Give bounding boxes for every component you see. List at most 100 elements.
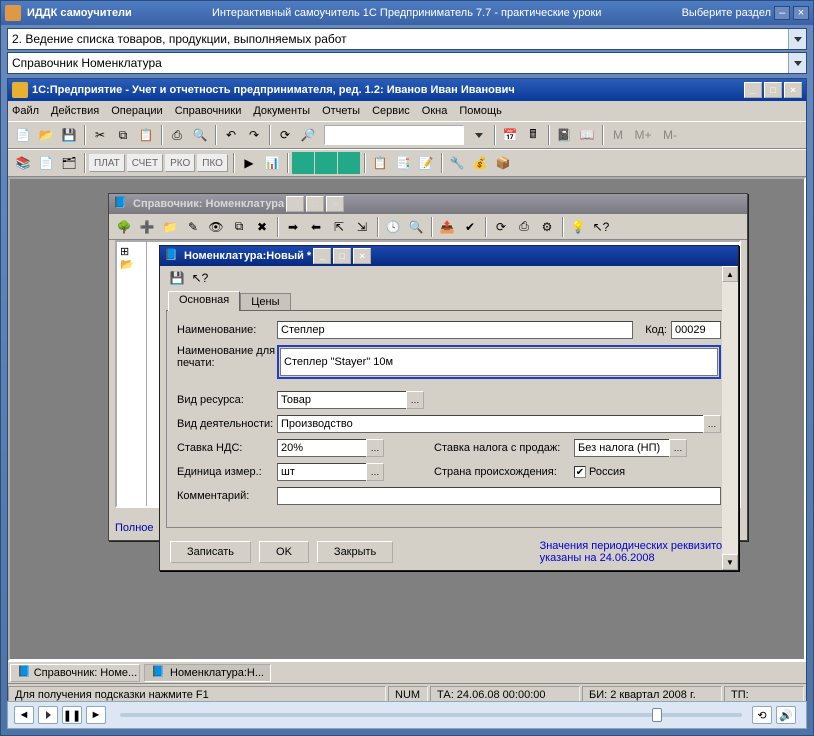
shell-minimize-button[interactable]: – xyxy=(774,6,790,20)
unit-input[interactable] xyxy=(277,463,367,481)
taskbar-item-dictionary[interactable]: 📘 Справочник: Номе... xyxy=(10,664,140,682)
memory-mplus-button[interactable]: M+ xyxy=(630,124,656,146)
lookup-button[interactable]: … xyxy=(406,391,424,409)
lookup-button[interactable]: … xyxy=(703,415,721,433)
dict-minimize-button[interactable]: _ xyxy=(286,196,304,212)
memory-m-button[interactable]: M xyxy=(607,124,629,146)
find-icon[interactable]: 🔎 xyxy=(297,124,319,146)
menu-operations[interactable]: Операции xyxy=(111,105,162,117)
player-loop-button[interactable]: ⟲ xyxy=(752,706,772,724)
find-icon[interactable]: 🔍 xyxy=(405,216,427,238)
doc-icon[interactable]: 📄 xyxy=(35,152,57,174)
menu-service[interactable]: Сервис xyxy=(372,105,410,117)
nom-maximize-button[interactable]: □ xyxy=(333,248,351,264)
help-pointer-icon[interactable]: ↖? xyxy=(590,216,612,238)
player-next-button[interactable]: ► xyxy=(86,706,106,724)
move-out-icon[interactable]: ⬅ xyxy=(305,216,327,238)
level-up-icon[interactable]: ⇲ xyxy=(351,216,373,238)
code-input[interactable] xyxy=(671,321,721,339)
redo-icon[interactable]: ↷ xyxy=(243,124,265,146)
tree-pane[interactable]: ⊞ 📂 xyxy=(117,242,147,506)
tips-icon[interactable]: 💡 xyxy=(567,216,589,238)
scroll-up-icon[interactable]: ▲ xyxy=(722,266,738,282)
copy-row-icon[interactable]: ⧉ xyxy=(228,216,250,238)
tree-icon[interactable]: 🌳 xyxy=(113,216,135,238)
lookup-button[interactable]: … xyxy=(366,463,384,481)
lesson-chapter-dropdown[interactable]: 2. Ведение списка товаров, продукции, вы… xyxy=(7,28,807,50)
tool-icon[interactable]: 📦 xyxy=(492,152,514,174)
move-in-icon[interactable]: ➡ xyxy=(282,216,304,238)
player-pause-button[interactable]: ❚❚ xyxy=(62,706,82,724)
green-tool-icon[interactable] xyxy=(315,152,337,174)
menu-reports[interactable]: Отчеты xyxy=(322,105,360,117)
undo-icon[interactable]: ↶ xyxy=(220,124,242,146)
help-pointer-icon[interactable]: ↖? xyxy=(189,267,211,289)
save-form-icon[interactable]: 💾 xyxy=(166,267,188,289)
ok-button[interactable]: OK xyxy=(259,541,309,563)
comment-input[interactable] xyxy=(277,487,721,505)
menu-references[interactable]: Справочники xyxy=(175,105,242,117)
new-icon[interactable]: 📄 xyxy=(12,124,34,146)
pko-button[interactable]: ПКО xyxy=(197,154,228,172)
refresh-icon[interactable]: ⟳ xyxy=(274,124,296,146)
write-button[interactable]: Записать xyxy=(170,541,251,563)
onec-maximize-button[interactable]: □ xyxy=(764,82,782,98)
russia-checkbox[interactable]: ✔ xyxy=(574,466,586,478)
dict-maximize-button[interactable]: □ xyxy=(306,196,324,212)
help-book-icon[interactable]: 📖 xyxy=(576,124,598,146)
copy-icon[interactable]: ⧉ xyxy=(112,124,134,146)
mark-delete-icon[interactable]: ✖ xyxy=(251,216,273,238)
calendar-icon[interactable]: 📅 xyxy=(499,124,521,146)
paste-icon[interactable]: 📋 xyxy=(135,124,157,146)
journal-icon[interactable]: 📓 xyxy=(553,124,575,146)
activity-type-input[interactable] xyxy=(277,415,704,433)
player-prev-button[interactable]: ◄ xyxy=(14,706,34,724)
edit-icon[interactable]: ✎ xyxy=(182,216,204,238)
nom-close-button[interactable]: × xyxy=(353,248,371,264)
lesson-topic-dropdown[interactable]: Справочник Номенклатура xyxy=(7,52,807,74)
menu-file[interactable]: Файл xyxy=(12,105,39,117)
transfer-icon[interactable]: 📤 xyxy=(436,216,458,238)
player-play-button[interactable] xyxy=(38,706,58,724)
new-row-icon[interactable]: ➕ xyxy=(136,216,158,238)
green-tool-icon[interactable] xyxy=(338,152,360,174)
open-icon[interactable]: 📂 xyxy=(35,124,57,146)
nom-minimize-button[interactable]: _ xyxy=(313,248,331,264)
save-icon[interactable]: 💾 xyxy=(58,124,80,146)
tool-icon[interactable]: 📋 xyxy=(369,152,391,174)
slider-thumb[interactable] xyxy=(652,708,662,722)
cut-icon[interactable]: ✂ xyxy=(89,124,111,146)
nomenclature-edit-window[interactable]: 📘 Номенклатура:Новый * _ □ × 💾 ↖? Основн… xyxy=(159,245,739,571)
menu-documents[interactable]: Документы xyxy=(253,105,310,117)
dictionary-footer-link[interactable]: Полное xyxy=(115,522,154,534)
dict-close-button[interactable]: × xyxy=(326,196,344,212)
tool-icon[interactable]: 📊 xyxy=(261,152,283,174)
green-tool-icon[interactable] xyxy=(292,152,314,174)
close-button[interactable]: Закрыть xyxy=(317,541,393,563)
new-folder-icon[interactable]: 📁 xyxy=(159,216,181,238)
schet-button[interactable]: СЧЕТ xyxy=(127,154,163,172)
tool-icon[interactable]: 🔧 xyxy=(446,152,468,174)
print-name-input[interactable] xyxy=(280,348,718,376)
lookup-button[interactable]: … xyxy=(669,439,687,457)
tab-main[interactable]: Основная xyxy=(168,291,240,311)
menu-help[interactable]: Помощь xyxy=(459,105,502,117)
dropdown-arrow-icon[interactable] xyxy=(788,29,806,49)
shell-close-button[interactable]: × xyxy=(793,6,809,20)
vat-rate-input[interactable] xyxy=(277,439,367,457)
tool-icon[interactable]: 📝 xyxy=(415,152,437,174)
books-icon[interactable]: 📚 xyxy=(12,152,34,174)
scroll-track[interactable] xyxy=(722,282,738,554)
hierarchy-icon[interactable]: ⇱ xyxy=(328,216,350,238)
tree-expand-icon[interactable]: ⊞ 📂 xyxy=(117,242,146,274)
dropdown-arrow-icon[interactable] xyxy=(788,53,806,73)
print-icon[interactable]: ⎙ xyxy=(513,216,535,238)
onec-close-button[interactable]: × xyxy=(784,82,802,98)
resource-type-input[interactable] xyxy=(277,391,407,409)
menu-windows[interactable]: Окна xyxy=(422,105,448,117)
onec-minimize-button[interactable]: _ xyxy=(744,82,762,98)
history-icon[interactable]: 🕓 xyxy=(382,216,404,238)
scroll-down-icon[interactable]: ▼ xyxy=(722,554,738,570)
menu-actions[interactable]: Действия xyxy=(51,105,99,117)
tool-icon[interactable]: ▶ xyxy=(238,152,260,174)
